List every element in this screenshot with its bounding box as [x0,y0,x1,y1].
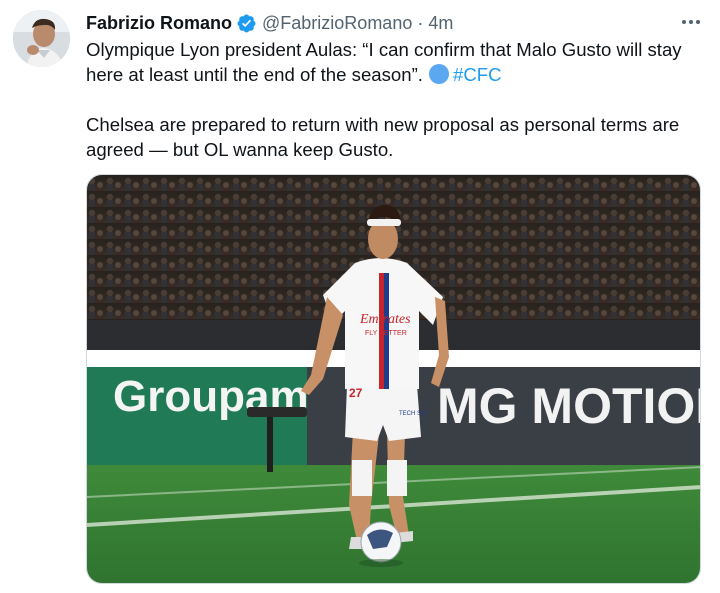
tweet-header: Fabrizio Romano @FabrizioRomano · 4m [86,11,453,35]
short-sponsor: TECH SKY [399,411,429,417]
tweet-paragraph-1: Olympique Lyon president Aulas: “I can c… [86,37,706,87]
tweet-line-1: Olympique Lyon president Aulas: “I can c… [86,39,682,85]
author-name[interactable]: Fabrizio Romano [86,11,232,35]
tweet-photo[interactable]: Groupama MG MOTION [86,174,701,584]
hashtag-link[interactable]: #CFC [453,64,502,85]
tweet-paragraph-2: Chelsea are prepared to return with new … [86,114,680,160]
blue-circle-emoji-icon [428,64,449,84]
more-options-icon[interactable] [676,10,706,34]
tweet-text: Olympique Lyon president Aulas: “I can c… [86,37,706,162]
timestamp[interactable]: 4m [428,11,453,35]
separator-dot: · [417,13,424,33]
author-handle[interactable]: @FabrizioRomano [262,11,412,35]
board-right-text: MG MOTION [437,378,701,434]
shirt-sponsor-1: Emirates [359,312,411,327]
football [359,521,403,567]
author-avatar[interactable] [13,10,70,67]
verified-badge-icon [236,13,257,34]
shirt-sponsor-2: FLY BETTER [365,330,407,337]
shirt-number: 27 [349,386,363,400]
tweet-card[interactable]: Fabrizio Romano @FabrizioRomano · 4m Oly… [0,0,720,593]
